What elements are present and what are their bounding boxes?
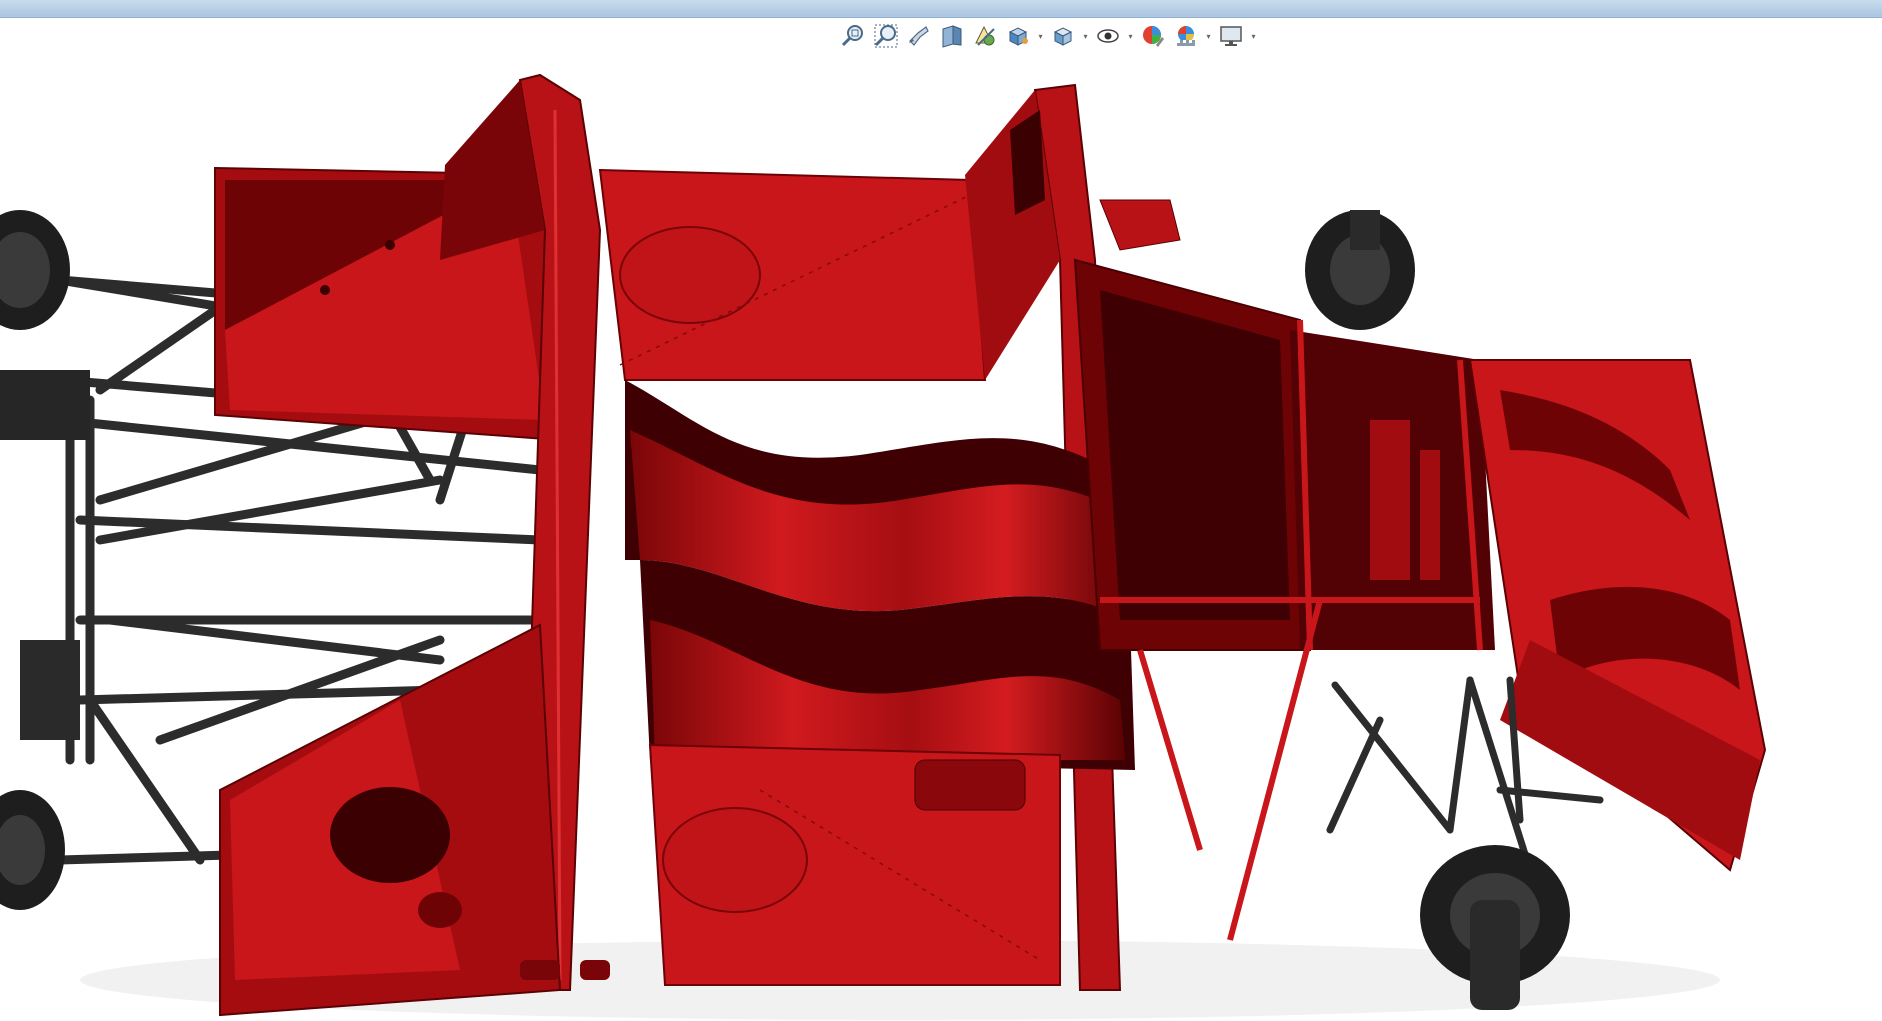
- display-style-icon[interactable]: [1048, 22, 1078, 50]
- view-settings-dropdown[interactable]: ▾: [1249, 22, 1258, 50]
- heads-up-view-toolbar: ▾ ▾ ▾ ▾ ▾: [838, 22, 1258, 50]
- section-view-icon[interactable]: [937, 22, 967, 50]
- edit-appearance-icon[interactable]: [1138, 22, 1168, 50]
- hide-show-items-icon[interactable]: [1093, 22, 1123, 50]
- zoom-to-fit-icon[interactable]: [838, 22, 868, 50]
- display-style-dropdown[interactable]: ▾: [1081, 22, 1090, 50]
- view-orientation-dropdown[interactable]: ▾: [1036, 22, 1045, 50]
- dynamic-annotation-views-icon[interactable]: [970, 22, 1000, 50]
- previous-view-icon[interactable]: [904, 22, 934, 50]
- hide-show-items-dropdown[interactable]: ▾: [1126, 22, 1135, 50]
- chassis-model[interactable]: [0, 0, 1882, 1021]
- view-settings-icon[interactable]: [1216, 22, 1246, 50]
- front-left-brake-assembly: [0, 210, 90, 910]
- zoom-to-area-icon[interactable]: [871, 22, 901, 50]
- apply-scene-icon[interactable]: [1171, 22, 1201, 50]
- view-orientation-icon[interactable]: [1003, 22, 1033, 50]
- driver-tub-floor: [625, 380, 1140, 770]
- lower-deck-panel: [648, 743, 1061, 986]
- upper-deck-panel: [598, 168, 987, 381]
- apply-scene-dropdown[interactable]: ▾: [1204, 22, 1213, 50]
- engine-bay-frame: [1073, 258, 1495, 941]
